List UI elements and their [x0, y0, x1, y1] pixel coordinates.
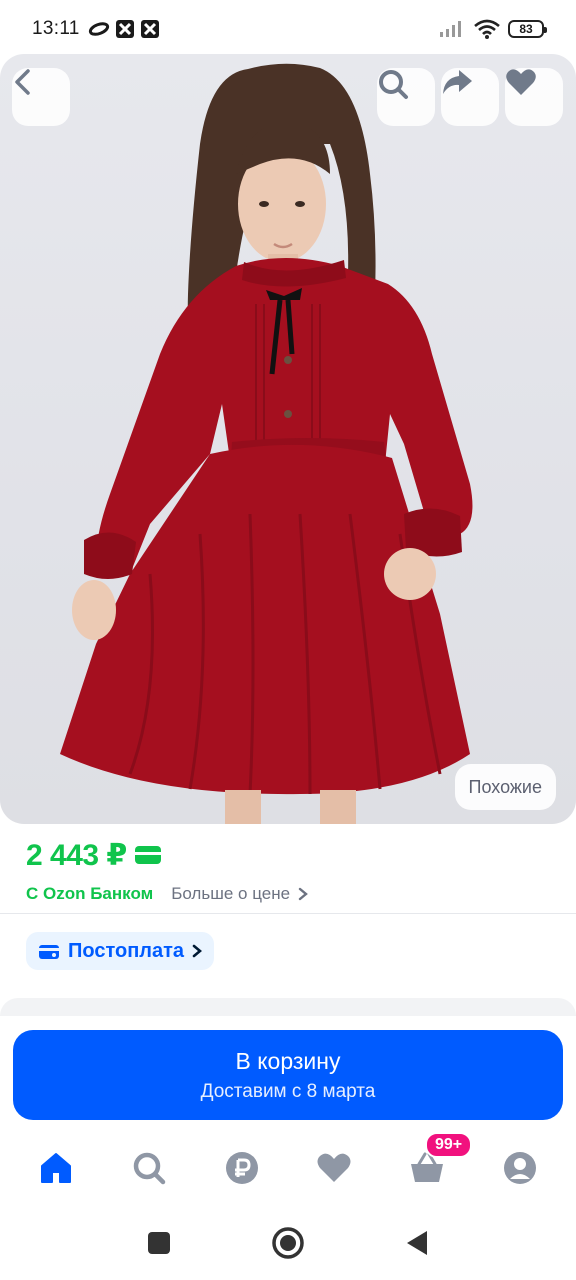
signal-icon: [440, 21, 461, 37]
status-time: 13:11: [32, 18, 80, 39]
similar-products-button[interactable]: Похожие: [454, 764, 556, 810]
bank-row: С Ozon Банком Больше о цене: [26, 882, 550, 906]
nav-finance[interactable]: [212, 1138, 272, 1198]
share-arrow-icon: [443, 70, 472, 94]
product-image-gallery[interactable]: Похожие: [0, 54, 576, 824]
more-about-price-label: Больше о цене: [171, 884, 291, 903]
search-button[interactable]: [377, 68, 435, 126]
app-notification-icon: [140, 20, 159, 38]
bottom-navigation: 99+: [0, 1130, 576, 1206]
home-icon: [41, 1153, 72, 1183]
heart-icon: [317, 1153, 351, 1182]
add-to-cart-button[interactable]: В корзину Доставим с 8 марта: [13, 1030, 563, 1120]
price-value: 2 443 ₽: [26, 838, 127, 872]
bank-card-icon: [134, 846, 161, 864]
status-system-icons: 83: [438, 19, 547, 39]
home-circle-icon[interactable]: [271, 1226, 305, 1260]
battery-level: 83: [519, 22, 533, 36]
system-navigation-bar: [0, 1206, 576, 1280]
app-notification-icon: [115, 20, 134, 38]
wallet-icon: [39, 945, 59, 959]
nav-search[interactable]: [119, 1138, 179, 1198]
link-icon: [88, 22, 109, 36]
ozon-bank-label: С Ozon Банком: [26, 884, 154, 903]
postpay-chip[interactable]: Постоплата: [26, 932, 215, 970]
cart-count-badge: 99+: [424, 1132, 473, 1158]
section-separator: [0, 998, 576, 1016]
nav-favorites[interactable]: [304, 1138, 364, 1198]
divider: [0, 913, 576, 914]
back-button[interactable]: [12, 68, 70, 126]
status-notification-icons: [88, 19, 160, 39]
search-icon: [379, 70, 408, 99]
more-about-price-link[interactable]: Больше о цене: [171, 884, 308, 904]
product-photo: [60, 63, 473, 824]
profile-icon: [503, 1152, 536, 1184]
chevron-right-icon: [298, 887, 308, 901]
share-button[interactable]: [441, 68, 499, 126]
nav-home[interactable]: [26, 1138, 86, 1198]
chevron-left-icon: [15, 69, 30, 95]
wifi-icon: [474, 19, 500, 39]
ruble-icon: [225, 1152, 258, 1184]
search-icon: [133, 1152, 166, 1185]
delivery-date-label: Доставим с 8 марта: [200, 1080, 376, 1102]
nav-cart[interactable]: 99+: [397, 1132, 473, 1198]
nav-profile[interactable]: [490, 1138, 550, 1198]
add-to-cart-label: В корзину: [235, 1047, 341, 1074]
price-row: 2 443 ₽: [26, 828, 550, 882]
chevron-right-icon: [192, 944, 203, 958]
favorite-button[interactable]: [505, 68, 563, 126]
heart-icon: [506, 69, 536, 95]
postpay-label: Постоплата: [68, 939, 185, 962]
status-bar: 13:11 83: [0, 0, 576, 58]
back-triangle-icon[interactable]: [405, 1230, 429, 1256]
recents-icon[interactable]: [147, 1231, 171, 1255]
price-block: 2 443 ₽ С Ozon Банком Больше о цене: [0, 828, 576, 906]
similar-products-label: Похожие: [468, 776, 542, 797]
battery-icon: 83: [508, 20, 547, 38]
